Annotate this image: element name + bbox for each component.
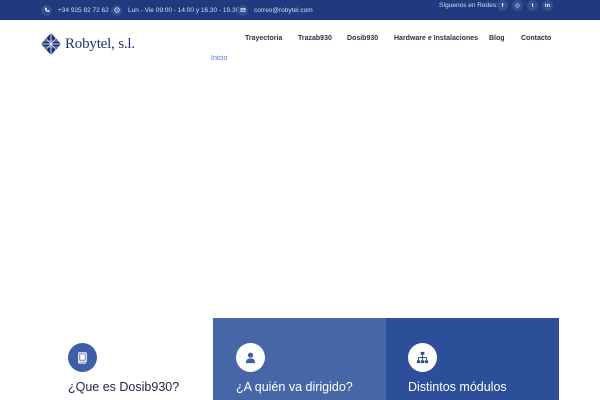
nav-contacto[interactable]: Contacto — [521, 34, 551, 44]
nav-trayectoria[interactable]: Trayectoria — [245, 34, 282, 44]
feature-title: Distintos módulos — [408, 380, 507, 394]
nav-blog[interactable]: Blog — [489, 34, 505, 44]
logo-mark-icon — [41, 33, 61, 55]
hours-text: Lun - Vie 09:00 - 14:00 y 16.30 - 19.30 — [128, 6, 240, 14]
feature-title: ¿Que es Dosib930? — [68, 380, 180, 394]
hours-info: Lun - Vie 09:00 - 14:00 y 16.30 - 19.30 — [111, 0, 239, 20]
twitter-icon[interactable]: t — [527, 0, 538, 11]
instagram-icon[interactable]: ◎ — [512, 0, 523, 11]
envelope-icon — [237, 4, 248, 16]
phone-contact[interactable]: +34 925 82 72 62 — [41, 0, 109, 20]
social-label: Síguenos en Redes: — [439, 2, 498, 9]
sitemap-icon — [408, 343, 437, 372]
phone-text: +34 925 82 72 62 — [58, 6, 109, 14]
user-icon — [236, 343, 265, 372]
feature-modules[interactable]: Distintos módulos — [386, 318, 559, 400]
nav-hardware[interactable]: Hardware e Instalaciones — [394, 34, 478, 44]
email-contact[interactable]: correo@robytel.com — [237, 0, 313, 20]
facebook-icon[interactable]: f — [497, 0, 508, 11]
feature-audience[interactable]: ¿A quién va dirigido? — [213, 318, 386, 400]
top-bar: +34 925 82 72 62 Lun - Vie 09:00 - 14:00… — [0, 0, 600, 20]
nav-dosib930[interactable]: Dosib930 — [347, 34, 378, 44]
logo-text: Robytel, s.l. — [65, 35, 135, 52]
linkedin-icon[interactable]: in — [542, 0, 553, 11]
nav-trazab930[interactable]: Trazab930 — [298, 34, 332, 44]
feature-dosib930[interactable]: ¿Que es Dosib930? — [41, 318, 214, 400]
book-icon — [68, 343, 97, 372]
feature-title: ¿A quién va dirigido? — [236, 380, 353, 394]
phone-icon — [41, 4, 52, 16]
hero-slider — [0, 60, 600, 318]
site-header: Robytel, s.l. Inicio Trayectoria Trazab9… — [0, 20, 600, 62]
logo[interactable]: Robytel, s.l. — [40, 32, 135, 56]
clock-icon — [111, 4, 122, 16]
email-text: correo@robytel.com — [254, 6, 313, 14]
